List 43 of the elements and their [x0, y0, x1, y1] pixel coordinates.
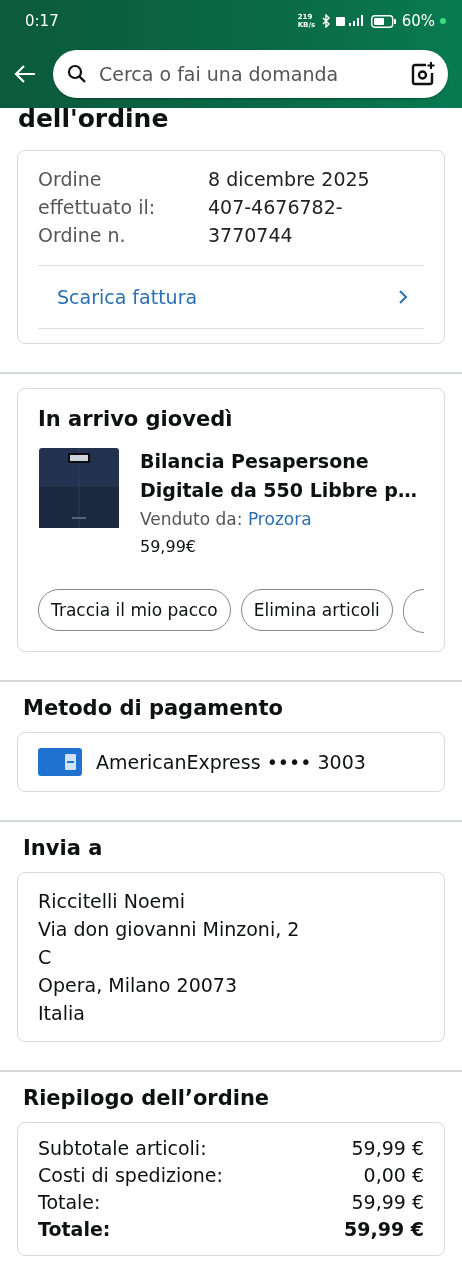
summary-label: Totale:: [38, 1217, 111, 1242]
battery-percent: 60%: [401, 12, 435, 30]
summary-label: Subtotale articoli:: [38, 1136, 207, 1161]
section-heading: Invia a: [22, 836, 104, 860]
address-line: C: [38, 945, 53, 970]
section-heading: Metodo di pagamento: [22, 696, 284, 720]
address-line: Italia: [38, 1001, 86, 1026]
field-label: Ordine n.: [38, 223, 127, 248]
charging-dot: [440, 18, 446, 24]
product-price: 59,99€: [140, 536, 197, 558]
address-line: Riccitelli Noemi: [38, 889, 186, 914]
chevron-right-icon: [398, 289, 408, 305]
seller-link[interactable]: Prozora: [247, 509, 312, 529]
summary-value: 0,00 €: [363, 1163, 424, 1188]
summary-label: Totale:: [38, 1190, 101, 1215]
signal-icon: [335, 15, 366, 27]
field-label: Ordine effettuato il:: [38, 167, 157, 220]
clock: 0:17: [25, 12, 59, 30]
address-line: Via don giovanni Minzoni, 2: [38, 917, 301, 942]
summary-value: 59,99 €: [344, 1217, 424, 1242]
section-heading: Riepilogo dell’ordine: [22, 1086, 271, 1110]
summary-value: 59,99 €: [351, 1136, 424, 1161]
field-value: 407-4676782-3770744: [208, 195, 344, 248]
search-icon: [67, 64, 87, 84]
payment-method: AmericanExpress •••• 3003: [96, 751, 366, 773]
camera-icon[interactable]: [410, 61, 436, 87]
credit-card-icon: [38, 748, 82, 776]
search-bar[interactable]: Cerca o fai una domanda: [53, 50, 448, 98]
summary-label: Costi di spedizione:: [38, 1163, 223, 1188]
action-button[interactable]: Traccia il mio pacco: [38, 589, 231, 631]
action-button[interactable]: Elimina articoli: [240, 589, 393, 631]
search-field[interactable]: Cerca o fai una domanda: [97, 62, 400, 86]
invoice-link[interactable]: Scarica fattura: [38, 265, 424, 329]
summary-value: 59,99 €: [351, 1190, 424, 1215]
product-title[interactable]: Bilancia Pesapersone Digitale da 550 Libbre p…: [140, 447, 424, 505]
address-line: Opera, Milano 20073: [38, 973, 238, 998]
bluetooth-icon: [320, 14, 331, 28]
field-value: 8 dicembre 2025: [208, 167, 371, 192]
section-heading: In arrivo giovedì: [38, 407, 234, 431]
page-title: dell'ordine: [17, 108, 170, 134]
seller-line: Venduto da: Prozora: [140, 508, 313, 531]
back-arrow-icon[interactable]: [13, 64, 37, 84]
battery-icon: [370, 14, 397, 28]
